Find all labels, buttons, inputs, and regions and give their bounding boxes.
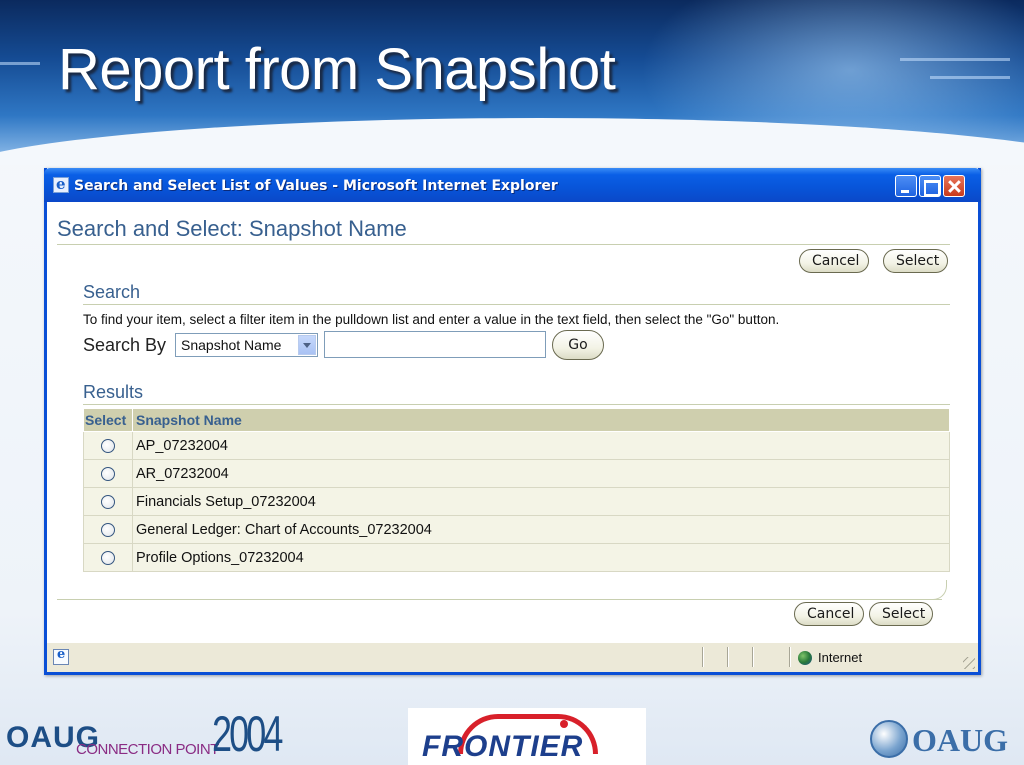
table-row[interactable]: AP_07232004 <box>83 431 950 460</box>
search-by-label: Search By <box>83 335 167 355</box>
window-titlebar[interactable]: Search and Select List of Values - Micro… <box>44 168 981 202</box>
frontier-logo-text: FRONTIER <box>422 730 584 763</box>
snapshot-name-cell: General Ledger: Chart of Accounts_072320… <box>132 515 950 544</box>
close-button[interactable] <box>943 175 965 197</box>
dialog-content: Search and Select: Snapshot Name Cancel … <box>47 202 978 642</box>
resize-grip[interactable] <box>963 657 975 669</box>
table-row[interactable]: Profile Options_07232004 <box>83 543 950 572</box>
results-section-heading: Results <box>83 382 144 402</box>
oaug-connection-point-logo: OAUG CONNECTION POINT 2004 <box>6 705 286 763</box>
radio-button[interactable] <box>101 550 115 565</box>
table-row[interactable]: Financials Setup_07232004 <box>83 487 950 516</box>
frontier-logo: FRONTIER <box>408 708 646 765</box>
snapshot-name-cell: Profile Options_07232004 <box>132 543 950 572</box>
column-header-select: Select <box>83 408 133 432</box>
column-header-snapshot-name: Snapshot Name <box>132 408 950 432</box>
search-input[interactable] <box>324 331 546 358</box>
status-bar: Internet <box>47 642 978 672</box>
radio-button[interactable] <box>101 438 115 453</box>
search-section-heading: Search <box>83 282 141 302</box>
filter-selected-value: Snapshot Name <box>181 337 282 353</box>
filter-select[interactable]: Snapshot Name <box>175 333 318 357</box>
divider <box>83 304 950 305</box>
search-instructions: To find your item, select a filter item … <box>83 312 780 327</box>
radio-button[interactable] <box>101 522 115 537</box>
cancel-button-bottom[interactable]: Cancel <box>794 602 864 626</box>
page-title: Search and Select: Snapshot Name <box>57 216 407 241</box>
connection-point-text: CONNECTION POINT <box>76 741 219 758</box>
divider <box>83 404 950 405</box>
maximize-button[interactable] <box>919 175 941 197</box>
ie-window: Search and Select List of Values - Micro… <box>44 168 981 675</box>
select-button-top[interactable]: Select <box>883 249 948 273</box>
snapshot-name-cell: Financials Setup_07232004 <box>132 487 950 516</box>
minimize-button[interactable] <box>895 175 917 197</box>
globe-icon <box>798 651 812 665</box>
divider <box>57 599 942 600</box>
oaug-logo-text: OAUG <box>912 722 1008 758</box>
radio-button[interactable] <box>101 494 115 509</box>
chevron-down-icon[interactable] <box>298 335 316 355</box>
snapshot-name-cell: AR_07232004 <box>132 459 950 488</box>
table-row[interactable]: General Ledger: Chart of Accounts_072320… <box>83 515 950 544</box>
globe-icon <box>870 720 908 758</box>
divider <box>57 244 950 245</box>
year-text: 2004 <box>212 706 283 762</box>
slide-header: Report from Snapshot <box>0 0 1024 165</box>
go-button[interactable]: Go <box>552 330 604 360</box>
page-icon <box>53 647 69 665</box>
security-zone-label: Internet <box>818 650 863 665</box>
table-header-row: Select Snapshot Name <box>83 408 950 432</box>
select-button-bottom[interactable]: Select <box>869 602 933 626</box>
snapshot-name-cell: AP_07232004 <box>132 431 950 460</box>
slide-title: Report from Snapshot <box>58 37 616 102</box>
cancel-button-top[interactable]: Cancel <box>799 249 869 273</box>
radio-button[interactable] <box>101 466 115 481</box>
table-row[interactable]: AR_07232004 <box>83 459 950 488</box>
results-table: Select Snapshot Name AP_07232004 AR_0723… <box>83 408 950 572</box>
oaug-logo: OAUG <box>866 718 1022 762</box>
ie-icon <box>53 175 69 193</box>
window-title: Search and Select List of Values - Micro… <box>74 178 558 194</box>
